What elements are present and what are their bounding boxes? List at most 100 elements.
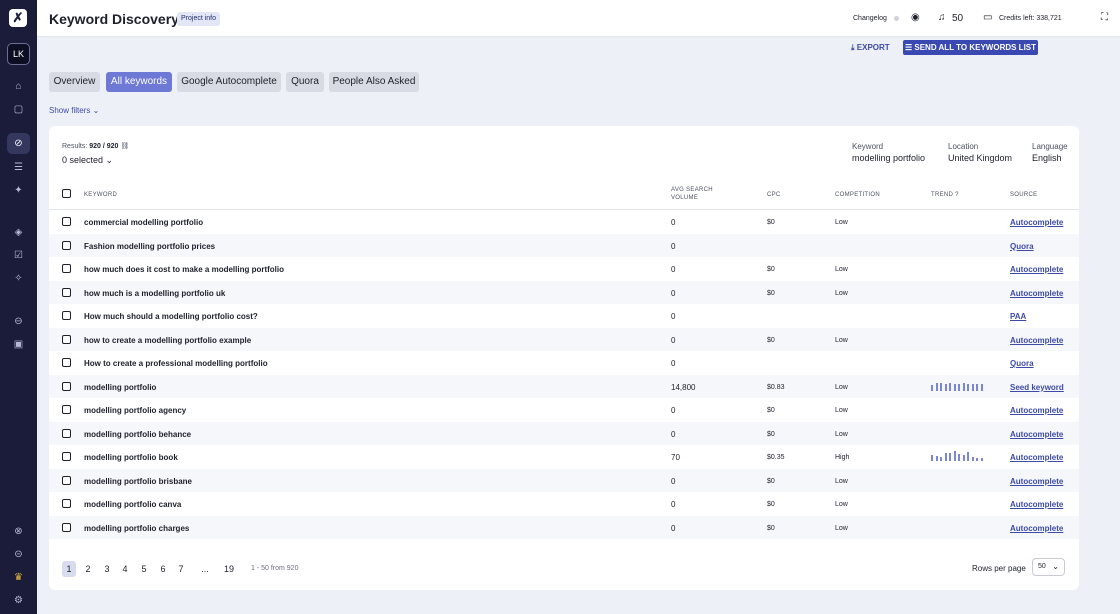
source-link[interactable]: Autocomplete (1010, 453, 1063, 462)
page-button[interactable]: 5 (137, 561, 151, 577)
volume-cell: 0 (671, 500, 676, 509)
help-icon[interactable]: ? (955, 192, 959, 198)
tag-edit-icon[interactable]: ◈ (11, 225, 26, 240)
keyword-cell: modelling portfolio (84, 382, 157, 392)
integrations-icon[interactable]: ⊗ (11, 524, 26, 539)
show-filters-toggle[interactable]: Show filters ⌄ (49, 106, 99, 115)
row-checkbox[interactable] (62, 240, 71, 250)
row-checkbox[interactable] (62, 311, 71, 320)
report-icon[interactable]: ▣ (11, 337, 26, 352)
fullscreen-icon[interactable]: ⛶ (1101, 12, 1108, 23)
select-all-checkbox[interactable] (62, 189, 71, 198)
row-checkbox[interactable] (62, 499, 71, 508)
row-checkbox[interactable] (62, 428, 71, 438)
chevron-down-icon: ⌄ (92, 106, 100, 115)
send-all-label: SEND ALL TO KEYWORDS LIST (914, 43, 1037, 52)
column-cpc[interactable]: CPC (767, 191, 781, 199)
source-link[interactable]: Autocomplete (1010, 406, 1063, 415)
trend-bar (935, 456, 938, 461)
keyword-cell: commercial modelling portfolio (84, 218, 204, 227)
row-checkbox[interactable] (62, 264, 71, 273)
settings-icon[interactable]: ⚙ (11, 593, 26, 608)
column-keyword[interactable]: KEYWORD (84, 191, 117, 199)
row-checkbox[interactable] (62, 405, 71, 414)
bell-icon[interactable]: ♫ (938, 12, 946, 23)
source-link[interactable]: Autocomplete (1010, 218, 1063, 227)
credits-left: Credits left: 338,721 (999, 15, 1062, 22)
volume-cell: 0 (671, 406, 676, 415)
row-checkbox[interactable] (62, 381, 71, 391)
page-button[interactable]: 3 (100, 561, 114, 577)
app-logo[interactable]: ✗ (9, 9, 27, 27)
magic-wand-icon[interactable]: ✧ (11, 271, 26, 286)
tab-all-keywords[interactable]: All keywords (106, 72, 172, 92)
tab-quora[interactable]: Quora (286, 72, 324, 92)
home-icon[interactable]: ⌂ (11, 79, 26, 94)
table-row: how much does it cost to make a modellin… (49, 257, 1079, 280)
column-source[interactable]: SOURCE (1010, 191, 1037, 199)
row-checkbox[interactable] (62, 358, 71, 367)
star-icon[interactable]: ✦ (11, 183, 26, 198)
changelog-link[interactable]: Changelog (853, 15, 887, 22)
source-link[interactable]: Autocomplete (1010, 430, 1063, 439)
send-all-to-keywords-list-button[interactable]: ☰ SEND ALL TO KEYWORDS LIST (903, 40, 1038, 55)
row-checkbox[interactable] (62, 334, 71, 344)
source-link[interactable]: Seed keyword (1010, 383, 1064, 392)
checklist-icon[interactable]: ☑ (11, 248, 26, 263)
competition-cell: Low (835, 430, 848, 438)
project-info-button[interactable]: Project info (177, 12, 221, 26)
competition-cell: High (835, 454, 850, 461)
link-icon[interactable]: ⛓ (120, 143, 129, 150)
source-link[interactable]: Autocomplete (1010, 289, 1063, 298)
source-link[interactable]: Autocomplete (1010, 265, 1063, 274)
column-volume-line1: AVG SEARCH (671, 187, 713, 193)
page-button[interactable]: 19 (221, 561, 237, 577)
keyword-cell: How much should a modelling portfolio co… (84, 312, 258, 321)
volume-cell: 0 (671, 288, 676, 298)
list-icon[interactable]: ☰ (11, 160, 26, 175)
source-link[interactable]: Autocomplete (1010, 524, 1063, 533)
page-button[interactable]: 6 (156, 561, 170, 577)
source-link[interactable]: PAA (1010, 312, 1026, 321)
row-checkbox[interactable] (62, 522, 71, 532)
trend-bar (962, 382, 965, 391)
tab-google-autocomplete[interactable]: Google Autocomplete (177, 72, 281, 92)
row-checkbox[interactable] (62, 217, 71, 226)
source-link[interactable]: Autocomplete (1010, 500, 1063, 509)
cpc-cell: $0.83 (767, 383, 785, 391)
rows-per-page-select[interactable]: 50 ⌄ (1032, 558, 1065, 576)
source-link[interactable]: Quora (1010, 359, 1034, 368)
column-competition[interactable]: COMPETITION (835, 191, 880, 199)
row-checkbox[interactable] (62, 287, 71, 297)
top-bar: Keyword Discovery Project info Changelog… (37, 0, 1120, 37)
crown-icon[interactable]: ♛ (11, 570, 26, 585)
tab-overview[interactable]: Overview (49, 72, 100, 92)
export-button[interactable]: ⤓ EXPORT (851, 43, 890, 53)
api-icon[interactable]: ⊝ (11, 547, 26, 562)
row-checkbox[interactable] (62, 452, 71, 461)
source-link[interactable]: Quora (1010, 242, 1034, 251)
column-avg-search-volume[interactable]: AVG SEARCH VOLUME (671, 186, 713, 202)
page-button[interactable]: 4 (118, 561, 132, 577)
tab-people-also-asked[interactable]: People Also Asked (329, 72, 419, 92)
user-icon[interactable]: ◉ (911, 12, 920, 23)
column-trend[interactable]: TREND ? (931, 191, 959, 199)
workspace-avatar[interactable]: LK (7, 43, 30, 65)
page-button[interactable]: 7 (174, 561, 188, 577)
source-link[interactable]: Autocomplete (1010, 477, 1063, 486)
trend-bar (967, 452, 969, 461)
link-icon[interactable]: ⊖ (11, 314, 26, 329)
page-button[interactable]: 2 (81, 561, 95, 577)
row-checkbox[interactable] (62, 475, 71, 485)
document-icon[interactable]: ▢ (11, 102, 26, 117)
list-icon: ☰ (904, 43, 915, 52)
keyword-cell: modelling portfolio agency (84, 406, 187, 415)
source-link[interactable]: Autocomplete (1010, 336, 1063, 345)
export-label: EXPORT (856, 43, 890, 52)
selected-dropdown[interactable]: 0 selected ⌄ (62, 155, 113, 166)
compass-icon[interactable]: ⊘ (7, 133, 30, 154)
keyword-label: Keyword (852, 142, 884, 151)
volume-cell: 0 (671, 429, 676, 439)
keyword-cell: how much is a modelling portfolio uk (84, 288, 226, 298)
page-button[interactable]: 1 (62, 561, 76, 577)
